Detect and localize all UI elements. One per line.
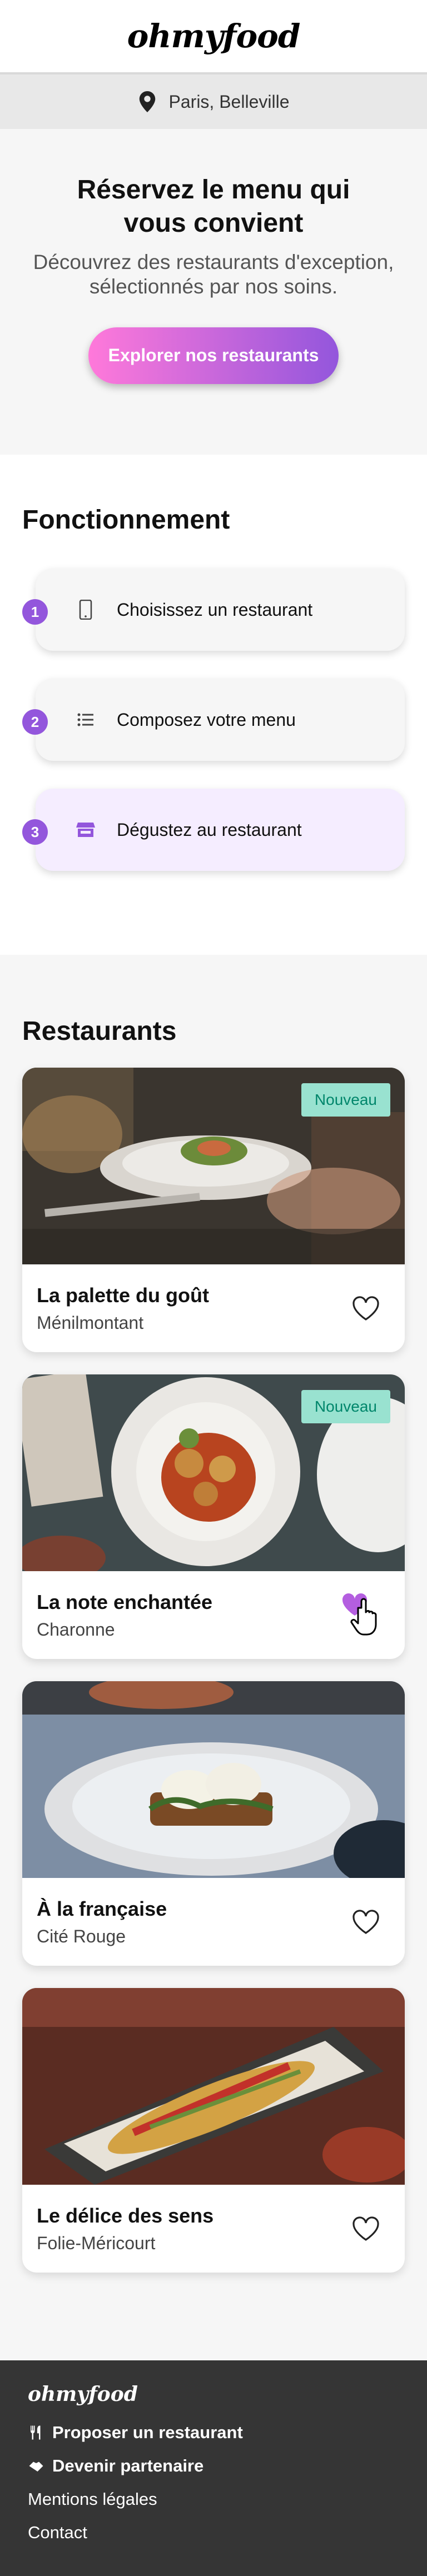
footer-links: Proposer un restaurant Devenir partenair… xyxy=(28,2423,399,2543)
dish-illustration xyxy=(22,1681,405,1878)
explore-restaurants-button[interactable]: Explorer nos restaurants xyxy=(88,327,339,384)
step-label: Dégustez au restaurant xyxy=(117,819,302,840)
handshake-icon xyxy=(29,2462,43,2472)
store-icon xyxy=(76,820,96,840)
footer-link-propose-restaurant[interactable]: Proposer un restaurant xyxy=(28,2423,399,2443)
restaurant-card[interactable]: Le délice des sens Folie-Méricourt xyxy=(22,1988,405,2273)
restaurant-name: La palette du goût xyxy=(37,1283,209,1307)
step-card[interactable]: Composez votre menu xyxy=(36,679,405,761)
restaurant-photo xyxy=(22,1988,405,2185)
heart-filled-icon[interactable] xyxy=(340,1591,380,1639)
utensils-icon xyxy=(31,2425,41,2440)
restaurant-area: Charonne xyxy=(37,1619,115,1640)
step-item[interactable]: 1 Choisissez un restaurant xyxy=(22,569,405,651)
restaurants-section: Restaurants Nouveau La palette du goût M… xyxy=(0,955,427,2360)
location-text: Paris, Belleville xyxy=(168,91,290,112)
map-pin-icon xyxy=(139,91,155,112)
heart-outline-icon[interactable] xyxy=(351,1909,380,1935)
restaurant-area: Folie-Méricourt xyxy=(37,2233,156,2253)
footer-link-contact[interactable]: Contact xyxy=(28,2523,399,2543)
restaurant-name: Le délice des sens xyxy=(37,2204,214,2227)
restaurant-info: La palette du goût Ménilmontant xyxy=(22,1264,405,1352)
location-bar: Paris, Belleville xyxy=(0,72,427,129)
restaurant-area: Ménilmontant xyxy=(37,1312,144,1333)
restaurant-card[interactable]: Nouveau La palette du goût Ménilmontant xyxy=(22,1068,405,1352)
restaurant-photo xyxy=(22,1681,405,1878)
new-badge: Nouveau xyxy=(301,1390,390,1423)
footer-link-become-partner[interactable]: Devenir partenaire xyxy=(28,2456,399,2476)
mobile-phone-icon xyxy=(76,600,96,620)
footer: ohmyfood Proposer un restaurant Devenir … xyxy=(0,2360,427,2576)
step-number: 3 xyxy=(22,819,48,845)
step-number: 2 xyxy=(22,709,48,735)
hero-subtitle: Découvrez des restaurants d'exception, s… xyxy=(33,251,394,298)
restaurant-list: Nouveau La palette du goût Ménilmontant xyxy=(22,1068,405,2273)
step-number: 1 xyxy=(22,599,48,625)
step-label: Choisissez un restaurant xyxy=(117,599,313,620)
dish-illustration xyxy=(22,1988,405,2185)
heart-outline-icon[interactable] xyxy=(351,1295,380,1322)
restaurant-card[interactable]: À la française Cité Rouge xyxy=(22,1681,405,1966)
step-item[interactable]: 2 Composez votre menu xyxy=(22,679,405,761)
top-header: ohmyfood xyxy=(0,0,427,72)
footer-link-label: Devenir partenaire xyxy=(52,2456,204,2475)
step-item[interactable]: 3 Dégustez au restaurant xyxy=(22,789,405,871)
restaurant-photo: Nouveau xyxy=(22,1068,405,1264)
restaurant-area: Cité Rouge xyxy=(37,1926,126,1946)
heart-outline-icon[interactable] xyxy=(351,2215,380,2242)
step-card[interactable]: Choisissez un restaurant xyxy=(36,569,405,651)
footer-logo[interactable]: ohmyfood xyxy=(28,2383,399,2406)
list-icon xyxy=(76,710,96,730)
restaurant-name: À la française xyxy=(37,1897,167,1920)
restaurant-info: La note enchantée Charonne xyxy=(22,1571,405,1659)
restaurant-card[interactable]: Nouveau La note enchantée Charonne xyxy=(22,1374,405,1659)
how-it-works-section: Fonctionnement 1 Choisissez un restauran… xyxy=(0,455,427,955)
hero-section: Réservez le menu qui vous convient Décou… xyxy=(0,129,427,455)
restaurant-photo: Nouveau xyxy=(22,1374,405,1571)
new-badge: Nouveau xyxy=(301,1083,390,1117)
step-label: Composez votre menu xyxy=(117,709,296,730)
hero-title: Réservez le menu qui vous convient xyxy=(77,175,350,238)
restaurant-info: Le délice des sens Folie-Méricourt xyxy=(22,2185,405,2273)
logo[interactable]: ohmyfood xyxy=(127,17,301,55)
restaurant-name: La note enchantée xyxy=(37,1590,213,1613)
steps-list: 1 Choisissez un restaurant 2 Composez vo… xyxy=(22,569,405,871)
footer-link-label: Proposer un restaurant xyxy=(52,2423,243,2442)
section-title: Restaurants xyxy=(22,1017,177,1046)
section-title: Fonctionnement xyxy=(22,505,230,535)
restaurant-info: À la française Cité Rouge xyxy=(22,1878,405,1966)
footer-link-legal[interactable]: Mentions légales xyxy=(28,2489,399,2509)
step-card[interactable]: Dégustez au restaurant xyxy=(36,789,405,871)
